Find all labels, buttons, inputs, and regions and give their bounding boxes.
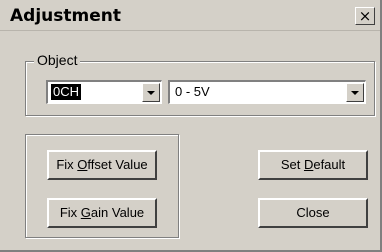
set-default-button[interactable]: Set Default (258, 150, 368, 180)
fix-gain-accelerator: G (80, 205, 91, 220)
range-select-value: 0 - 5V (175, 84, 210, 99)
fix-offset-label-pre: Fix (56, 157, 78, 172)
fix-offset-accelerator: O (77, 157, 88, 172)
window-title: Adjustment (10, 6, 121, 26)
title-bar[interactable]: Adjustment × (0, 0, 380, 31)
fix-gain-value-button[interactable]: Fix Gain Value (47, 198, 157, 228)
object-group-label: Object (34, 52, 81, 68)
adjustment-dialog: Adjustment × Object 0CH 0 - 5V Fix Offse… (0, 0, 382, 252)
close-icon[interactable]: × (355, 7, 375, 25)
fix-gain-label-post: ain Value (90, 205, 145, 220)
fix-offset-label-post: ffset Value (87, 157, 148, 172)
chevron-down-icon[interactable] (346, 83, 364, 102)
close-button[interactable]: Close (258, 198, 368, 228)
chevron-down-icon[interactable] (142, 83, 160, 102)
channel-select-value: 0CH (51, 84, 82, 100)
fix-gain-label-pre: Fix (59, 205, 81, 220)
range-select[interactable]: 0 - 5V (168, 80, 366, 104)
set-default-accelerator: D (303, 157, 314, 172)
channel-select[interactable]: 0CH (46, 80, 162, 104)
set-default-label-pre: Set (280, 157, 304, 172)
fix-offset-value-button[interactable]: Fix Offset Value (47, 150, 157, 180)
set-default-label-post: efault (313, 157, 346, 172)
